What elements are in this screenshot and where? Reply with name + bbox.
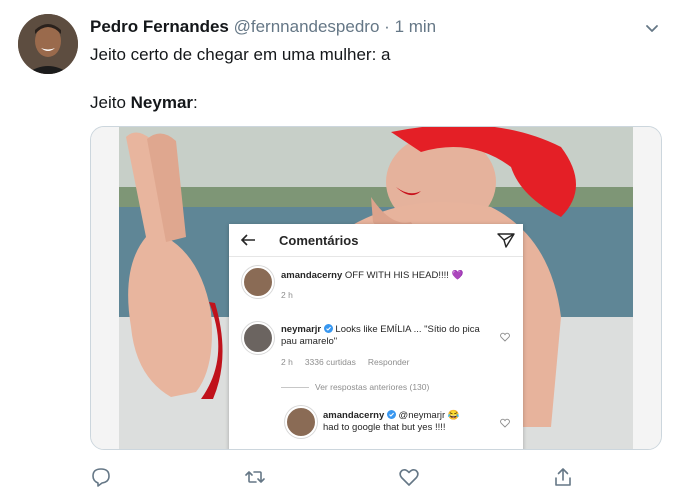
comments-title: Comentários	[279, 233, 359, 248]
commenter-avatar[interactable]	[242, 322, 274, 354]
heart-icon[interactable]	[500, 332, 510, 342]
comment-1-meta: 2 h	[281, 290, 305, 300]
like-icon[interactable]	[398, 466, 420, 488]
retweet-icon[interactable]	[244, 466, 266, 488]
comment-2-time: 2 h	[281, 357, 293, 367]
line2-prefix: Jeito	[90, 93, 131, 112]
tweet-text-line-1: Jeito certo de chegar em uma mulher: a	[90, 45, 391, 64]
comment-2-text: neymarjr Looks like EMÍLIA ... "Sítio do…	[281, 324, 495, 348]
comment-1-text: amandacerny OFF WITH HIS HEAD!!!! 💜	[281, 270, 511, 282]
view-previous-replies[interactable]: Ver respostas anteriores (130)	[281, 382, 429, 392]
comment-1-user[interactable]: amandacerny	[281, 270, 342, 281]
verified-badge-icon	[386, 410, 396, 419]
verified-badge-icon	[323, 324, 333, 333]
author-avatar[interactable]	[18, 14, 78, 74]
line2-suffix: :	[193, 93, 198, 112]
back-arrow-icon[interactable]	[239, 232, 257, 248]
heart-icon[interactable]	[500, 418, 510, 428]
tweet-timestamp[interactable]: 1 min	[395, 17, 437, 36]
comment-2-likes[interactable]: 3336 curtidas	[305, 357, 356, 367]
share-icon[interactable]	[552, 466, 574, 488]
divider	[281, 387, 309, 389]
instagram-comments-card: Comentários amandacerny OFF WITH HIS HEA…	[229, 224, 523, 449]
reply-icon[interactable]	[90, 466, 112, 488]
author-handle[interactable]: @fernnandespedro	[234, 17, 380, 36]
comment-3-mention[interactable]: @neymarjr 😂	[396, 410, 460, 421]
tweet-media-image[interactable]: Comentários amandacerny OFF WITH HIS HEA…	[90, 126, 662, 450]
comment-2-user[interactable]: neymarjr	[281, 324, 321, 335]
comments-header: Comentários	[229, 224, 523, 257]
chevron-down-icon[interactable]	[642, 18, 662, 38]
separator-dot: ·	[384, 17, 390, 36]
comment-2-meta: 2 h 3336 curtidas Responder	[281, 357, 421, 367]
comment-1-time: 2 h	[281, 290, 293, 300]
comment-3-user[interactable]: amandacerny	[323, 410, 384, 421]
comment-3-body: had to google that but yes !!!!	[323, 422, 446, 433]
tweet: Pedro Fernandes @fernnandespedro · 1 min…	[0, 0, 680, 501]
commenter-avatar[interactable]	[285, 406, 317, 438]
tweet-text-line-2: Jeito Neymar:	[90, 92, 198, 114]
comment-3-text: amandacerny @neymarjr 😂 had to google tha…	[323, 410, 495, 434]
send-icon[interactable]	[497, 232, 515, 248]
author-name[interactable]: Pedro Fernandes	[90, 17, 229, 36]
tweet-header: Pedro Fernandes @fernnandespedro · 1 min	[90, 17, 436, 37]
tweet-actions	[0, 466, 680, 492]
reply-button[interactable]: Responder	[368, 357, 410, 367]
view-previous-label[interactable]: Ver respostas anteriores (130)	[315, 382, 429, 392]
line2-bold: Neymar	[130, 93, 194, 112]
comment-1-body: OFF WITH HIS HEAD!!!! 💜	[342, 270, 464, 281]
commenter-avatar[interactable]	[242, 266, 274, 298]
